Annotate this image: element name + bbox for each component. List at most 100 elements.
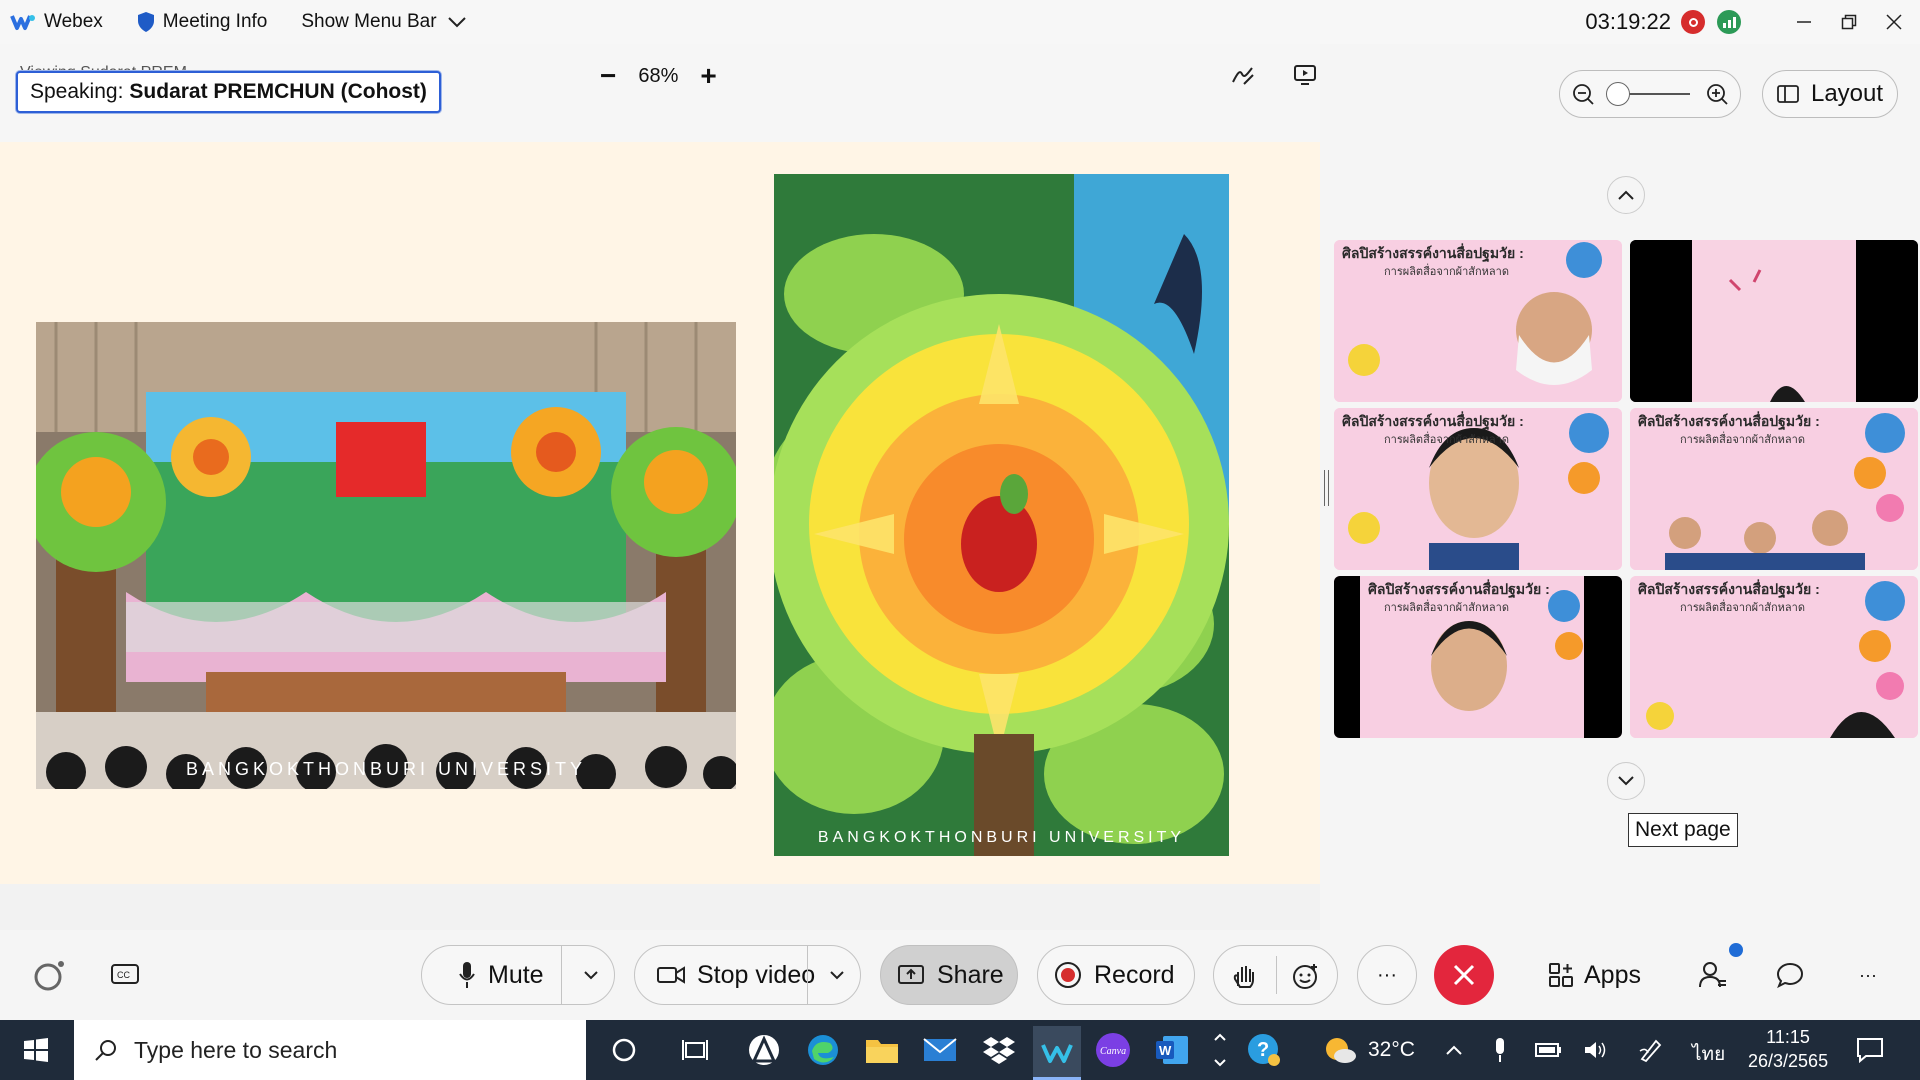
- tile-title: ศิลปิสร้างสรรค์งานสื่อปฐมวัย :: [1638, 413, 1820, 429]
- webex-taskbar-icon[interactable]: [1033, 1026, 1081, 1080]
- grid-zoom-slider[interactable]: [1606, 82, 1690, 106]
- zoom-in-icon[interactable]: [1706, 83, 1728, 105]
- grid-zoom-knob[interactable]: [1606, 82, 1630, 106]
- zoom-out-button[interactable]: −: [600, 62, 616, 90]
- tile-title: ศิลปิสร้างสรรค์งานสื่อปฐมวัย :: [1368, 581, 1550, 597]
- webex-menu[interactable]: Webex: [10, 11, 103, 33]
- more-options-button[interactable]: ···: [1357, 945, 1417, 1005]
- search-placeholder: Type here to search: [134, 1036, 338, 1063]
- reactions-smiley-icon[interactable]: [1292, 962, 1320, 990]
- network-health-icon[interactable]: [1717, 10, 1741, 34]
- raise-hand-icon[interactable]: [1230, 962, 1258, 990]
- help-icon[interactable]: ?: [1244, 1030, 1284, 1070]
- task-view-icon[interactable]: [675, 1030, 715, 1070]
- speaker-name: Sudarat PREMCHUN (Cohost): [129, 80, 427, 103]
- participant-video-tile[interactable]: [1630, 240, 1918, 402]
- panel-resize-handle[interactable]: [1324, 470, 1329, 506]
- zoom-in-button[interactable]: +: [700, 62, 716, 90]
- meeting-controls-bar: CC Mute Stop video Share Record ··· Apps: [0, 930, 1920, 1020]
- zoom-out-icon[interactable]: [1572, 83, 1594, 105]
- tile-subtitle: การผลิตสื่อจากผ้าสักหลาด: [1384, 434, 1509, 446]
- participant-video-tile[interactable]: ศิลปิสร้างสรรค์งานสื่อปฐมวัย : การผลิตสื…: [1334, 240, 1622, 402]
- remote-control-icon[interactable]: [1292, 62, 1318, 88]
- restore-icon[interactable]: [1826, 0, 1871, 44]
- input-language[interactable]: ไทย: [1692, 1039, 1725, 1069]
- next-page-button[interactable]: [1607, 762, 1645, 800]
- title-bar: Webex Meeting Info Show Menu Bar 03:19:2…: [0, 0, 1920, 44]
- app-launcher-icon[interactable]: [744, 1030, 784, 1070]
- temperature[interactable]: 32°C: [1368, 1038, 1415, 1062]
- file-explorer-icon[interactable]: [862, 1030, 902, 1070]
- end-meeting-button[interactable]: [1434, 945, 1494, 1005]
- shared-content-stage: Viewing Sudarat PREM Speaking: Sudarat P…: [0, 44, 1320, 930]
- tile-subtitle: การผลิตสื่อจากผ้าสักหลาด: [1680, 434, 1805, 446]
- windows-start-button[interactable]: [0, 1020, 72, 1080]
- activity-indicator-icon[interactable]: [20, 945, 80, 1005]
- layout-icon: [1777, 85, 1799, 103]
- svg-text:W: W: [1159, 1043, 1172, 1058]
- previous-page-button[interactable]: [1607, 176, 1645, 214]
- stage-tools: [1230, 62, 1318, 88]
- mail-icon[interactable]: [920, 1030, 960, 1070]
- stop-video-label: Stop video: [697, 960, 816, 989]
- show-menu-bar-button[interactable]: Show Menu Bar: [301, 11, 474, 33]
- chevron-up-icon[interactable]: [1434, 1030, 1474, 1070]
- participants-icon: [1699, 962, 1726, 988]
- apps-button[interactable]: Apps: [1548, 945, 1641, 1005]
- stage-decoration-photo: BANGKOKTHONBURI UNIVERSITY: [36, 322, 736, 789]
- taskbar-overflow-icon[interactable]: [1205, 1030, 1235, 1070]
- chevron-down-icon[interactable]: [828, 966, 846, 984]
- zoom-level: 68%: [638, 64, 679, 87]
- tile-subtitle: การผลิตสื่อจากผ้าสักหลาด: [1680, 602, 1805, 614]
- record-button[interactable]: Record: [1037, 945, 1195, 1005]
- windows-logo-icon: [24, 1038, 48, 1062]
- chat-icon: [1776, 962, 1804, 989]
- closed-captions-icon[interactable]: CC: [95, 945, 155, 1005]
- tile-title: ศิลปิสร้างสรรค์งานสื่อปฐมวัย :: [1342, 413, 1524, 429]
- mute-button[interactable]: Mute: [421, 945, 615, 1005]
- battery-icon[interactable]: [1529, 1030, 1569, 1070]
- dropbox-icon[interactable]: [979, 1030, 1019, 1070]
- share-button[interactable]: Share: [880, 945, 1018, 1005]
- svg-text:CC: CC: [117, 970, 130, 980]
- windows-taskbar: Type here to search Canva W ? 32°C ไทย 1…: [0, 1020, 1920, 1080]
- participant-video-tile[interactable]: ศิลปิสร้างสรรค์งานสื่อปฐมวัย : การผลิตสื…: [1334, 576, 1622, 738]
- canva-icon[interactable]: Canva: [1093, 1030, 1133, 1070]
- minimize-icon[interactable]: [1781, 0, 1826, 44]
- meeting-info-label: Meeting Info: [162, 11, 268, 32]
- volume-icon[interactable]: [1576, 1030, 1616, 1070]
- taskbar-search-box[interactable]: Type here to search: [74, 1020, 586, 1080]
- clock[interactable]: 11:15 26/3/2565: [1748, 1025, 1828, 1073]
- apps-icon: [1549, 963, 1573, 987]
- weather-icon[interactable]: [1320, 1030, 1360, 1070]
- tile-title: ศิลปิสร้างสรรค์งานสื่อปฐมวัย :: [1638, 581, 1820, 597]
- microphone-tray-icon[interactable]: [1480, 1030, 1520, 1070]
- search-icon: [95, 1040, 116, 1061]
- stop-video-button[interactable]: Stop video: [634, 945, 861, 1005]
- tile-subtitle: การผลิตสื่อจากผ้าสักหลาด: [1384, 602, 1509, 614]
- notification-badge: [1729, 943, 1743, 957]
- chevron-up-icon: [1618, 190, 1634, 200]
- participant-video-tile[interactable]: ศิลปิสร้างสรรค์งานสื่อปฐมวัย : การผลิตสื…: [1334, 408, 1622, 570]
- cortana-icon[interactable]: [604, 1030, 644, 1070]
- tile-subtitle: การผลิตสื่อจากผ้าสักหลาด: [1384, 266, 1509, 278]
- recording-indicator-icon: [1681, 10, 1705, 34]
- more-panels-button[interactable]: ···: [1838, 945, 1898, 1005]
- stage-header: Viewing Sudarat PREM Speaking: Sudarat P…: [0, 44, 1320, 142]
- annotate-icon[interactable]: [1230, 62, 1256, 88]
- chevron-down-icon[interactable]: [582, 966, 600, 984]
- layout-label: Layout: [1810, 80, 1884, 107]
- participant-video-tile[interactable]: ศิลปิสร้างสรรค์งานสื่อปฐมวัย : การผลิตสื…: [1630, 408, 1918, 570]
- participant-video-tile[interactable]: ศิลปิสร้างสรรค์งานสื่อปฐมวัย : การผลิตสื…: [1630, 576, 1918, 738]
- clock-date: 26/3/2565: [1748, 1051, 1829, 1071]
- close-icon[interactable]: [1871, 0, 1916, 44]
- layout-button[interactable]: Layout: [1762, 70, 1898, 118]
- edge-browser-icon[interactable]: [803, 1030, 843, 1070]
- word-icon[interactable]: W: [1152, 1030, 1192, 1070]
- record-label: Record: [1094, 960, 1175, 989]
- chat-button[interactable]: [1760, 945, 1820, 1005]
- meeting-info-button[interactable]: Meeting Info: [137, 11, 268, 33]
- notification-center-icon[interactable]: [1850, 1030, 1890, 1070]
- speaking-label: Speaking:: [30, 80, 124, 103]
- pen-icon[interactable]: [1631, 1030, 1671, 1070]
